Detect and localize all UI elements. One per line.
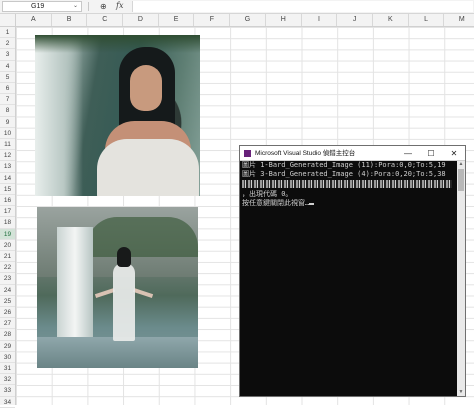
scroll-down-icon[interactable]: ▼ xyxy=(457,389,465,396)
minimize-button[interactable]: — xyxy=(400,146,416,161)
row-header-cell[interactable]: 16 xyxy=(0,195,15,207)
vertical-scrollbar[interactable]: ▲ ▼ xyxy=(457,161,465,396)
row-header-cell[interactable]: 25 xyxy=(0,296,15,307)
close-button[interactable]: ✕ xyxy=(446,146,462,161)
row-header-cell[interactable]: 29 xyxy=(0,341,15,352)
row-header-cell[interactable]: 24 xyxy=(0,285,15,296)
arm-right xyxy=(132,288,154,298)
dress xyxy=(113,263,135,341)
column-header-cell[interactable]: B xyxy=(52,14,88,26)
console-output: 圖片 1-Bard_Generated_Image (11):Pora:0,0;… xyxy=(240,161,457,396)
row-header-cell[interactable]: 18 xyxy=(0,217,15,229)
row-header-cell[interactable]: 19 xyxy=(0,228,15,240)
maximize-button[interactable]: ☐ xyxy=(423,146,439,161)
waterfall xyxy=(35,35,83,196)
column-header-cell[interactable]: F xyxy=(195,14,231,26)
formula-input[interactable] xyxy=(132,1,473,12)
prompt-text: 按任意鍵關閉此視窗… xyxy=(242,199,310,207)
row-header-cell[interactable]: 20 xyxy=(0,240,15,251)
column-header-cell[interactable]: D xyxy=(123,14,159,26)
text-cursor xyxy=(309,203,315,205)
row-header-cell[interactable]: 4 xyxy=(0,61,15,72)
row-header: 1 2 3 4 5 6 7 8 9 10 11 12 13 14 15 16 17 18 19 20 21 22 23 24 2… xyxy=(0,27,16,408)
console-line: 圖片 1-Bard_Generated_Image (11):Pora:0,0;… xyxy=(242,161,446,169)
row-header-cell[interactable]: 32 xyxy=(0,374,15,386)
row-header-cell[interactable]: 12 xyxy=(0,150,15,162)
row-header-cell[interactable]: 34 xyxy=(0,397,15,408)
foliage xyxy=(35,35,200,53)
row-header-cell[interactable]: 2 xyxy=(0,38,15,50)
scrollbar-thumb[interactable] xyxy=(458,169,464,191)
row-header-cell[interactable]: 26 xyxy=(0,307,15,319)
column-header-cell[interactable]: C xyxy=(87,14,124,26)
column-header-cell[interactable]: E xyxy=(159,14,195,26)
row-header-cell[interactable]: 27 xyxy=(0,318,15,330)
row-header-cell[interactable]: 6 xyxy=(0,83,15,95)
formula-bar: G19 ⌄ ⊕ fx xyxy=(0,0,474,14)
column-header-cell[interactable]: L xyxy=(409,14,445,26)
column-header-cell[interactable]: J xyxy=(337,14,373,26)
divider xyxy=(88,2,89,11)
row-header-cell[interactable]: 30 xyxy=(0,352,15,363)
image-portrait-woman-waterfall[interactable] xyxy=(35,35,200,196)
row-header-cell[interactable]: 8 xyxy=(0,105,15,117)
row-header-cell[interactable]: 1 xyxy=(0,27,15,39)
row-header-cell[interactable]: 3 xyxy=(0,49,15,61)
row-header-cell[interactable]: 21 xyxy=(0,251,15,263)
name-box[interactable]: G19 ⌄ xyxy=(2,1,82,12)
select-all-corner[interactable] xyxy=(0,14,16,26)
chevron-down-icon[interactable]: ⌄ xyxy=(73,2,78,11)
row-header-cell[interactable]: 10 xyxy=(0,128,15,139)
person xyxy=(94,247,154,351)
column-header-cell[interactable]: A xyxy=(16,14,52,26)
row-header-cell[interactable]: 11 xyxy=(0,139,15,151)
fx-icon[interactable]: fx xyxy=(116,0,123,12)
column-header-cell[interactable]: G xyxy=(230,14,266,26)
column-header: ABCDEFGHIJKLM xyxy=(0,14,474,27)
garbled-output xyxy=(242,180,452,188)
visual-studio-icon xyxy=(244,150,251,157)
window-title: Microsoft Visual Studio 偵錯主控台 xyxy=(255,150,356,157)
face xyxy=(130,65,162,111)
column-header-cell[interactable]: I xyxy=(302,14,338,26)
debug-console-window[interactable]: Microsoft Visual Studio 偵錯主控台 — ☐ ✕ 圖片 1… xyxy=(239,145,466,397)
column-header-cell[interactable]: M xyxy=(444,14,474,26)
row-header-cell[interactable]: 31 xyxy=(0,363,15,375)
row-header-cell[interactable]: 23 xyxy=(0,273,15,285)
zoom-icon[interactable]: ⊕ xyxy=(100,1,107,12)
row-header-cell[interactable]: 5 xyxy=(0,72,15,83)
row-header-cell[interactable]: 7 xyxy=(0,94,15,106)
console-titlebar[interactable]: Microsoft Visual Studio 偵錯主控台 — ☐ ✕ xyxy=(240,146,465,161)
row-header-cell[interactable]: 9 xyxy=(0,117,15,128)
waterfall xyxy=(57,227,93,339)
row-header-cell[interactable]: 28 xyxy=(0,329,15,341)
row-header-cell[interactable]: 17 xyxy=(0,206,15,218)
row-header-cell[interactable]: 33 xyxy=(0,385,15,397)
column-header-cell[interactable]: H xyxy=(266,14,302,26)
greenery xyxy=(87,217,198,257)
scroll-up-icon[interactable]: ▲ xyxy=(457,161,465,168)
image-woman-standing-waterfall[interactable] xyxy=(37,207,198,368)
cell-reference: G19 xyxy=(31,3,45,10)
prompt-line: 按任意鍵關閉此視窗… xyxy=(242,199,457,208)
console-line: 圖片 3-Bard_Generated_Image (4):Pora:0,20;… xyxy=(242,170,446,178)
exit-code-line: ，出現代碼 0。 xyxy=(242,190,293,198)
dress xyxy=(97,139,199,196)
row-header-cell[interactable]: 15 xyxy=(0,184,15,195)
hair xyxy=(117,247,131,267)
column-header-cell[interactable]: K xyxy=(373,14,409,26)
row-header-cell[interactable]: 13 xyxy=(0,161,15,173)
row-header-cell[interactable]: 14 xyxy=(0,173,15,184)
row-header-cell[interactable]: 22 xyxy=(0,262,15,274)
